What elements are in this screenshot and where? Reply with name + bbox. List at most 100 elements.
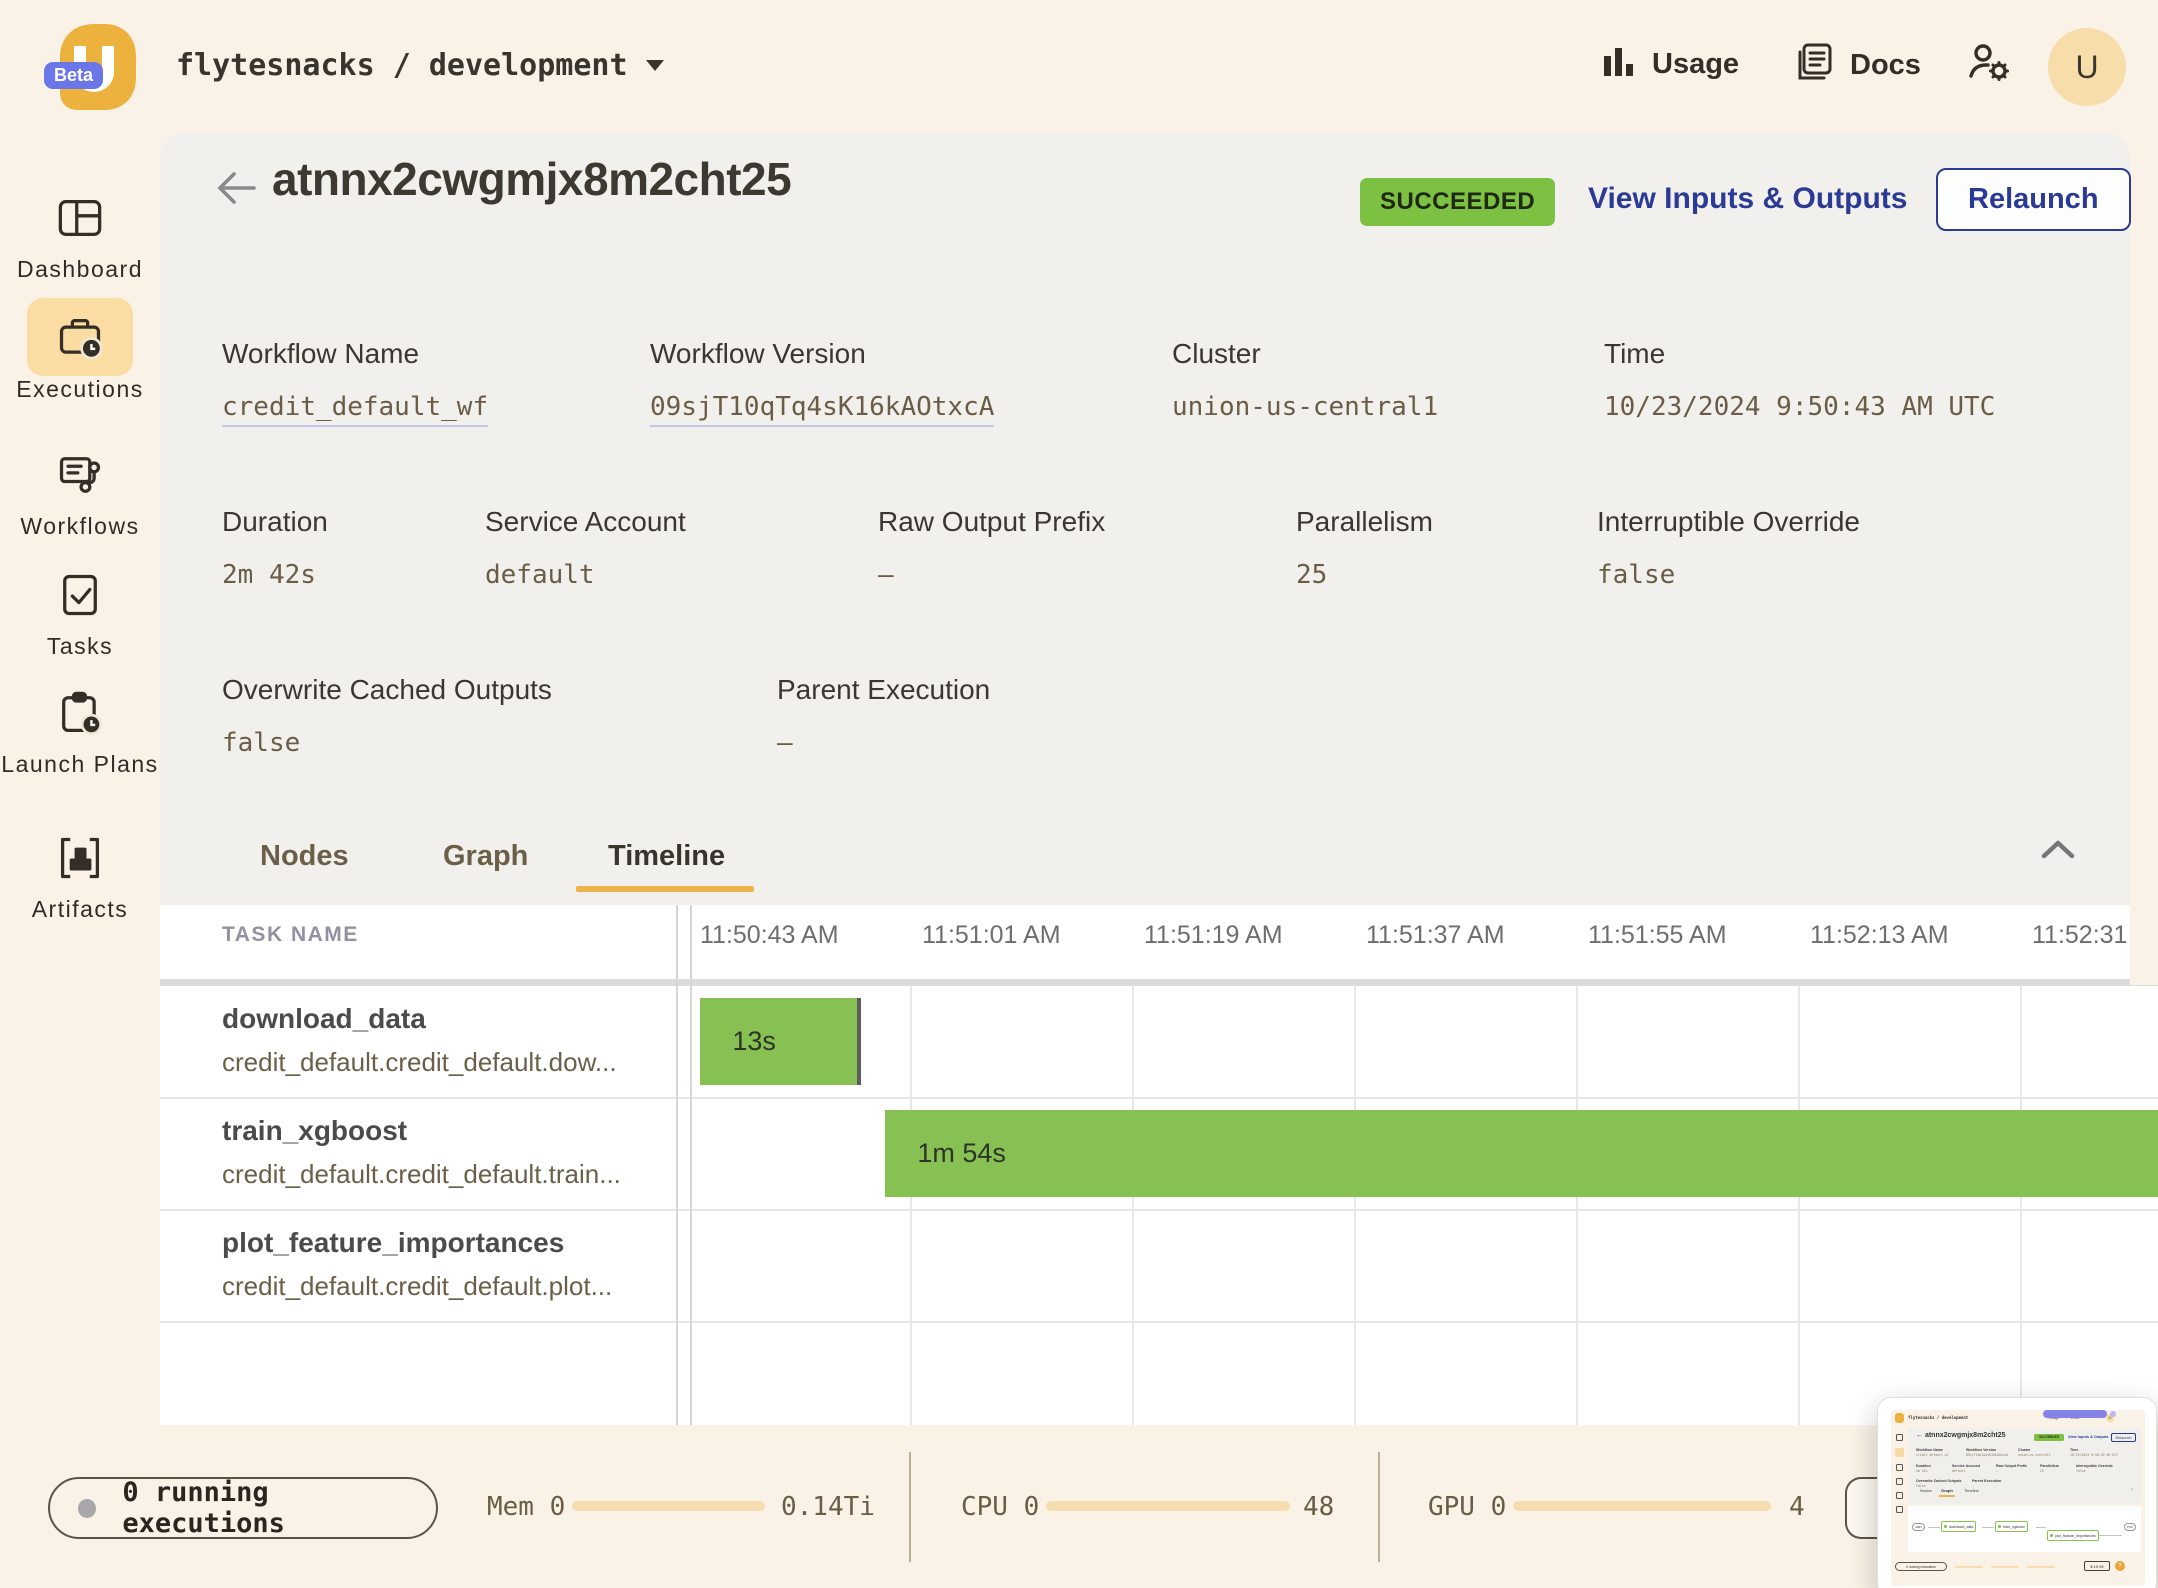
launch-plans-icon	[50, 683, 110, 743]
pip-mini-meta-label: Parallelism	[2040, 1464, 2059, 1468]
time-gridline	[1798, 985, 1800, 1425]
sidebar-item-executions[interactable]: Executions	[0, 308, 160, 402]
pip-mini-meta-label: Cluster	[2018, 1448, 2030, 1452]
sidebar-item-workflows[interactable]: Workflows	[0, 445, 160, 539]
sidebar-item-artifacts[interactable]: Artifacts	[0, 828, 160, 922]
task-name-column-header: TASK NAME	[222, 923, 359, 947]
meta-label-cluster: Cluster	[1172, 338, 1261, 370]
sidebar-label-dashboard: Dashboard	[17, 256, 143, 282]
user-gear-icon	[1966, 40, 2014, 93]
pip-mini-graph: start download_data train_xgboost plot_f…	[1908, 1506, 2141, 1552]
pip-mini-meta-value: 09sjT10qTq4sK16kAOtxcA	[1966, 1453, 2008, 1457]
meta-label-service-account: Service Account	[485, 506, 686, 538]
tasks-icon	[50, 565, 110, 625]
gantt-bar-train_xgboost[interactable]: 1m 54s	[885, 1110, 2158, 1197]
pip-mini-node-status-dot	[1998, 1525, 2001, 1528]
pip-mini-sidebar-icon	[1896, 1478, 1903, 1485]
task-row-download-data[interactable]: download_data credit_default.credit_defa…	[222, 1003, 662, 1078]
mem-meter-track	[572, 1501, 765, 1511]
cpu-meter-label: CPU 0	[961, 1492, 1039, 1522]
project-selector-label: flytesnacks / development	[176, 48, 628, 83]
pip-mini-meta-value: 2m 42s	[1916, 1469, 1928, 1473]
statusbar-divider	[909, 1452, 911, 1562]
running-executions-pill[interactable]: 0 running executions	[48, 1477, 438, 1539]
pip-mini-sidebar-icon	[1896, 1434, 1903, 1441]
tab-graph[interactable]: Graph	[443, 840, 528, 873]
pip-mini-screenshot: flytesnacks / development Usage Docs U ←…	[1891, 1410, 2145, 1586]
pip-mini-meter	[1991, 1566, 2019, 1568]
pip-mini-tab-timeline: Timeline	[1964, 1488, 1979, 1493]
timeline-header-divider	[160, 979, 2158, 986]
pip-mini-meta-value: 25	[2040, 1469, 2044, 1473]
pip-mini-edge	[2098, 1535, 2122, 1536]
pip-mini-sidebar-icon-active	[1895, 1448, 1904, 1457]
pip-mini-tab-graph: Graph	[1941, 1488, 1953, 1493]
sidebar-item-tasks[interactable]: Tasks	[0, 565, 160, 659]
sidebar-item-launch-plans[interactable]: Launch Plans	[0, 683, 160, 777]
column-splitter[interactable]	[676, 905, 678, 1425]
meta-label-parallelism: Parallelism	[1296, 506, 1433, 538]
meta-label-overwrite-cached-outputs: Overwrite Cached Outputs	[222, 674, 552, 706]
docs-icon	[1790, 40, 1836, 91]
gantt-bar-duration-label: 1m 54s	[917, 1138, 1006, 1169]
pip-mini-meta-value: –	[1996, 1469, 1998, 1473]
usage-label: Usage	[1652, 48, 1739, 81]
tab-timeline[interactable]: Timeline	[608, 840, 725, 873]
meta-label-parent-execution: Parent Execution	[777, 674, 990, 706]
pip-mini-meta-value: false	[2076, 1469, 2086, 1473]
meta-label-workflow-version: Workflow Version	[650, 338, 866, 370]
chevron-up-icon[interactable]	[2038, 836, 2078, 862]
picture-in-picture-preview[interactable]: flytesnacks / development Usage Docs U ←…	[1877, 1397, 2157, 1588]
bar-chart-icon	[1598, 40, 1638, 89]
pip-mini-meta-value: 10/23/2024 9:50:43 AM UTC	[2070, 1453, 2118, 1457]
meta-value-raw-output-prefix: –	[878, 560, 894, 590]
view-inputs-outputs-link[interactable]: View Inputs & Outputs	[1588, 182, 1907, 216]
gantt-bar-duration-label: 13s	[732, 1026, 776, 1057]
task-row-train-xgboost[interactable]: train_xgboost credit_default.credit_defa…	[222, 1115, 662, 1190]
row-separator	[160, 1097, 2158, 1099]
sidebar-label-workflows: Workflows	[20, 513, 139, 539]
meta-label-interruptible-override: Interruptible Override	[1597, 506, 1860, 538]
time-gridline	[1132, 985, 1134, 1425]
column-splitter[interactable]	[690, 905, 692, 1425]
meta-value-workflow-version[interactable]: 09sjT10qTq4sK16kAOtxcA	[650, 392, 994, 427]
tab-active-underline	[576, 886, 754, 892]
task-path: credit_default.credit_default.train...	[222, 1159, 662, 1190]
pip-mini-meta-label: Service Account	[1952, 1464, 1980, 1468]
meta-value-interruptible-override: false	[1597, 560, 1675, 590]
sidebar-item-dashboard[interactable]: Dashboard	[0, 188, 160, 282]
time-gridline	[2020, 985, 2022, 1425]
user-settings-nav[interactable]	[1966, 40, 2014, 93]
docs-nav[interactable]: Docs	[1790, 40, 1921, 91]
time-tick-label: 11:51:01 AM	[922, 921, 1061, 950]
pip-mini-sidebar-icon	[1896, 1492, 1903, 1499]
pip-mini-meta-value: union-us-central1	[2018, 1453, 2051, 1457]
avatar[interactable]: U	[2048, 28, 2126, 106]
back-arrow-icon[interactable]	[212, 168, 258, 208]
docs-label: Docs	[1850, 49, 1921, 82]
meta-value-cluster: union-us-central1	[1172, 392, 1438, 422]
pip-mini-node-train-xgboost: train_xgboost	[1995, 1521, 2028, 1532]
task-name: train_xgboost	[222, 1115, 662, 1147]
row-separator	[160, 1209, 2158, 1211]
pip-mini-meta-label: Time	[2070, 1448, 2078, 1452]
meta-label-time: Time	[1604, 338, 1665, 370]
project-selector[interactable]: flytesnacks / development	[176, 48, 664, 83]
meta-value-parallelism: 25	[1296, 560, 1327, 590]
pip-mini-node-status-dot	[1944, 1525, 1947, 1528]
pip-mini-meta-label: Overwrite Cached Outputs	[1916, 1479, 1961, 1483]
relaunch-button[interactable]: Relaunch	[1936, 168, 2131, 231]
gantt-bar-download_data[interactable]: 13s	[700, 998, 860, 1085]
task-row-plot-feature-importances[interactable]: plot_feature_importances credit_default.…	[222, 1227, 662, 1302]
tab-nodes[interactable]: Nodes	[260, 840, 349, 873]
meta-value-overwrite-cached-outputs: false	[222, 728, 300, 758]
time-gridline	[910, 985, 912, 1425]
status-dot-icon	[78, 1499, 96, 1518]
time-tick-label: 11:51:37 AM	[1366, 921, 1505, 950]
meta-label-workflow-name: Workflow Name	[222, 338, 419, 370]
pip-mini-edge	[1982, 1527, 1994, 1528]
usage-nav[interactable]: Usage	[1598, 40, 1739, 89]
pip-mini-panel: ← atnnx2cwgmjx8m2cht25 SUCCEEDED View In…	[1908, 1428, 2141, 1504]
meta-value-workflow-name[interactable]: credit_default_wf	[222, 392, 488, 427]
pip-mini-purple-dot	[2110, 1411, 2116, 1417]
